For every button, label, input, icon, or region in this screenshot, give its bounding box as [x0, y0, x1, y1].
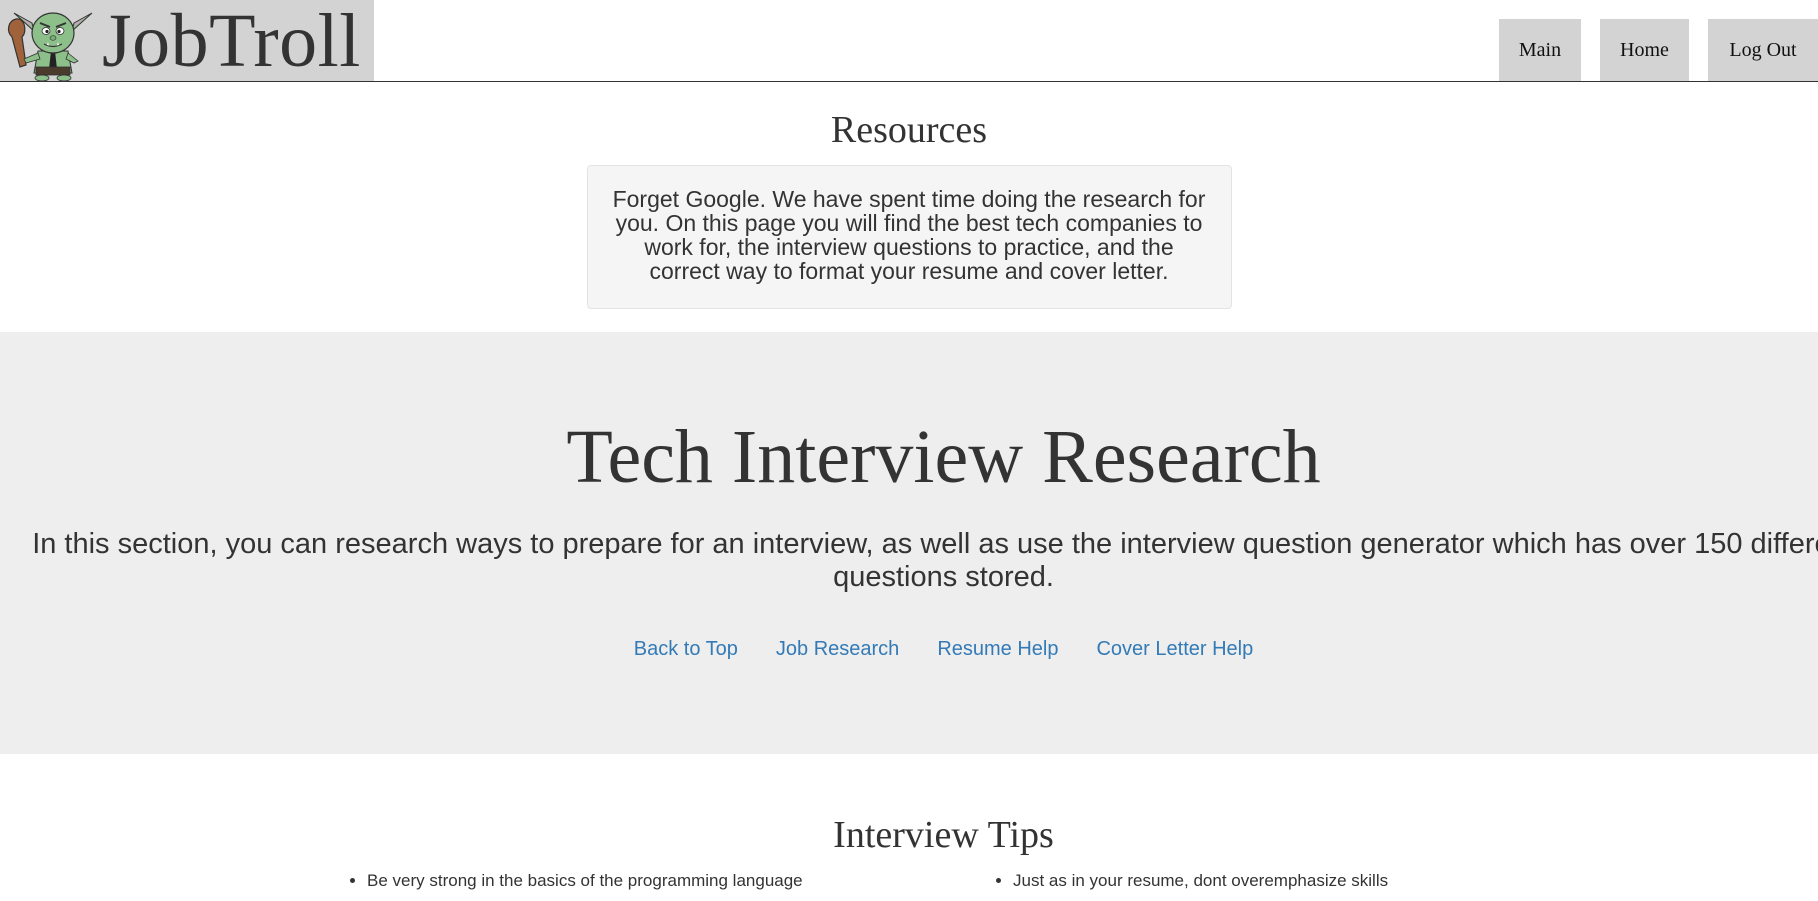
list-item: Be very strong in the basics of the prog… [367, 868, 803, 894]
nav-home-button[interactable]: Home [1600, 19, 1689, 81]
main-nav: Main Home Log Out [1499, 19, 1818, 81]
nav-logout-button[interactable]: Log Out [1708, 19, 1818, 81]
troll-mascot-icon [7, 11, 93, 81]
tech-interview-jumbotron: Tech Interview Research In this section,… [0, 332, 1818, 754]
section-links: Back to Top Job Research Resume Help Cov… [0, 638, 1818, 661]
resources-description: Forget Google. We have spent time doing … [586, 164, 1232, 309]
resume-help-link[interactable]: Resume Help [937, 638, 1058, 661]
cover-letter-help-link[interactable]: Cover Letter Help [1096, 638, 1253, 661]
job-research-link[interactable]: Job Research [776, 638, 899, 661]
nav-main-button[interactable]: Main [1499, 19, 1581, 81]
interview-tips-right-list: Just as in your resume, dont overemphasi… [993, 868, 1388, 894]
resources-title: Resources [830, 109, 988, 151]
back-to-top-link[interactable]: Back to Top [634, 638, 738, 661]
interview-tips-title: Interview Tips [833, 814, 1054, 856]
brand-logo[interactable]: JobTroll [0, 0, 374, 81]
interview-tips-left-list: Be very strong in the basics of the prog… [347, 868, 803, 894]
tech-interview-description: In this section, you can research ways t… [32, 528, 1818, 593]
list-item: Just as in your resume, dont overemphasi… [1013, 868, 1388, 894]
brand-name: JobTroll [102, 0, 361, 83]
tech-interview-title: Tech Interview Research [566, 415, 1321, 499]
top-navbar: JobTroll Main Home Log Out [0, 0, 1818, 82]
